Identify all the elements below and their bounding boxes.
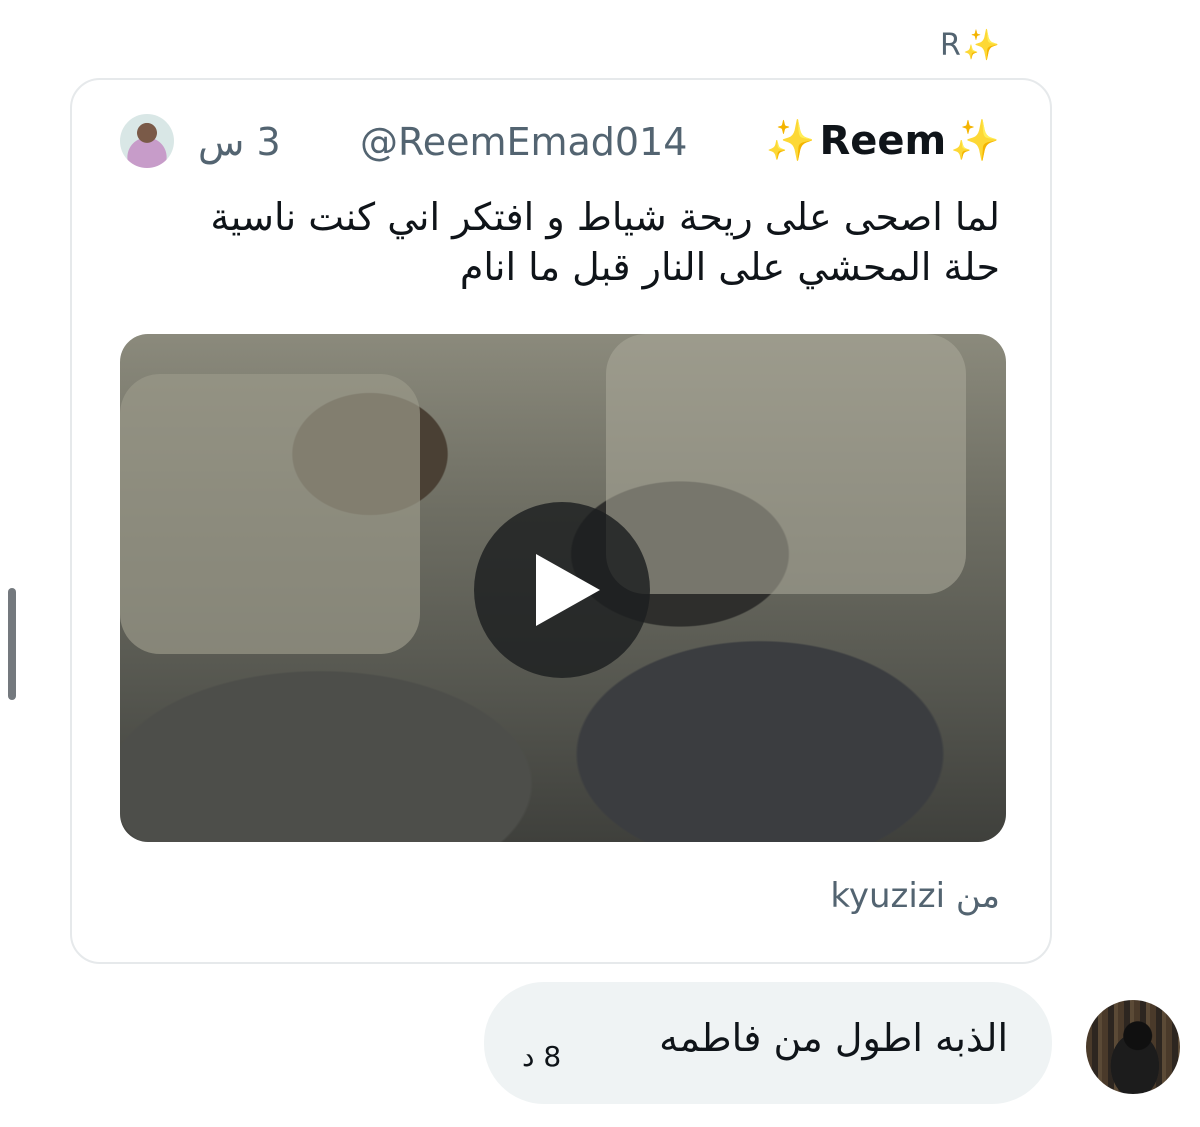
tweet-text-line: حلة المحشي على النار قبل ما انام	[459, 245, 1000, 289]
message-timestamp: 8 د	[522, 1040, 562, 1073]
tweet-timestamp: 3 س	[198, 120, 281, 164]
video-frame-shape	[120, 374, 420, 654]
message-text: الذبه اطول من فاطمه	[659, 1016, 1008, 1060]
quoted-tweet-card[interactable]: 3 س @ReemEmad014 ✨ Reem ✨ لما اصحى على ر…	[70, 78, 1052, 964]
play-icon	[536, 554, 600, 626]
sparkle-icon: ✨	[962, 27, 1001, 63]
video-thumbnail[interactable]	[120, 334, 1006, 842]
tweet-text-line: لما اصحى على ريحة شياط و افتكر اني كنت ن…	[210, 195, 1000, 239]
play-button[interactable]	[474, 502, 650, 678]
reply-context-label: R ✨	[940, 28, 1000, 63]
sparkle-icon: ✨	[765, 118, 816, 164]
message-bubble[interactable]: الذبه اطول من فاطمه 8 د	[484, 982, 1052, 1104]
message-row: الذبه اطول من فاطمه 8 د	[484, 982, 1180, 1104]
tweet-body: لما اصحى على ريحة شياط و افتكر اني كنت ن…	[110, 192, 1000, 292]
author-name-text: Reem	[819, 118, 947, 164]
quoted-author-avatar[interactable]	[120, 114, 174, 168]
sparkle-icon: ✨	[950, 118, 1000, 164]
video-frame-shape	[606, 334, 966, 594]
author-display-name: ✨ Reem ✨	[766, 118, 1000, 164]
sender-avatar[interactable]	[1086, 1000, 1180, 1094]
author-handle: @ReemEmad014	[360, 120, 688, 164]
reply-label-text: R	[940, 28, 961, 63]
quote-source[interactable]: من kyuzizi	[830, 876, 1000, 916]
scrollbar-thumb[interactable]	[8, 588, 16, 700]
